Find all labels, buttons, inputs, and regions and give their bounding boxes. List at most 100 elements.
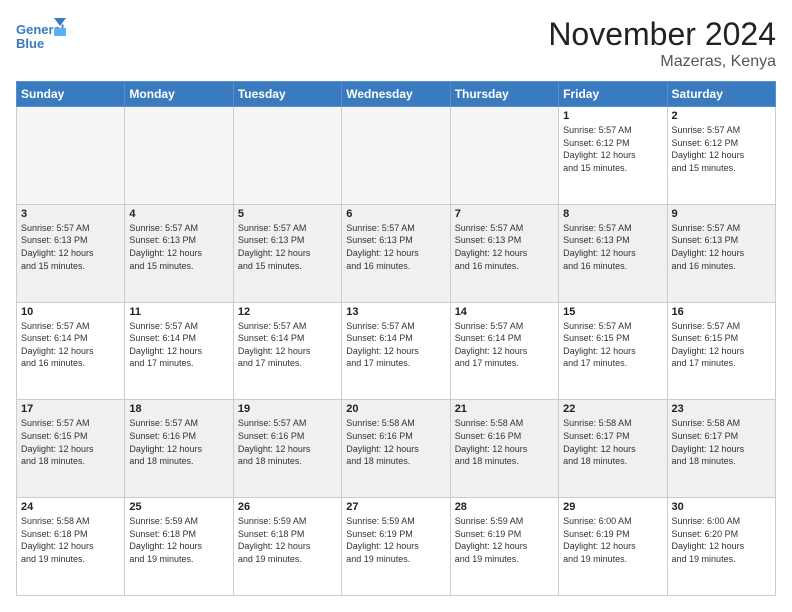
table-cell: 3Sunrise: 5:57 AMSunset: 6:13 PMDaylight… xyxy=(17,204,125,302)
day-number: 28 xyxy=(455,501,554,513)
logo-svg: General Blue xyxy=(16,16,66,56)
day-number: 24 xyxy=(21,501,120,513)
col-friday: Friday xyxy=(559,82,667,107)
table-cell: 2 Sunrise: 5:57 AMSunset: 6:12 PMDaylight… xyxy=(667,107,775,205)
day-info: Sunrise: 5:57 AMSunset: 6:13 PMDaylight:… xyxy=(563,222,662,272)
table-cell: 11Sunrise: 5:57 AMSunset: 6:14 PMDayligh… xyxy=(125,302,233,400)
day-number: 10 xyxy=(21,306,120,318)
table-cell: 13Sunrise: 5:57 AMSunset: 6:14 PMDayligh… xyxy=(342,302,450,400)
table-cell: 19 Sunrise: 5:57 AMSunset: 6:16 PMDayligh… xyxy=(233,400,341,498)
table-cell: 25 Sunrise: 5:59 AMSunset: 6:18 PMDayligh… xyxy=(125,498,233,596)
table-cell xyxy=(233,107,341,205)
day-number: 27 xyxy=(346,501,445,513)
day-info: Sunrise: 5:57 AMSunset: 6:14 PMDaylight:… xyxy=(455,320,554,370)
day-number: 5 xyxy=(238,208,337,220)
table-cell: 17Sunrise: 5:57 AMSunset: 6:15 PMDayligh… xyxy=(17,400,125,498)
day-number: 13 xyxy=(346,306,445,318)
table-cell: 20 Sunrise: 5:58 AMSunset: 6:16 PMDayligh… xyxy=(342,400,450,498)
day-number: 14 xyxy=(455,306,554,318)
table-cell: 4Sunrise: 5:57 AMSunset: 6:13 PMDaylight… xyxy=(125,204,233,302)
day-number: 22 xyxy=(563,403,662,415)
day-info: Sunrise: 6:00 AMSunset: 6:19 PMDaylight:… xyxy=(563,515,662,565)
day-info: Sunrise: 5:57 AMSunset: 6:13 PMDaylight:… xyxy=(672,222,771,272)
table-cell: 15 Sunrise: 5:57 AMSunset: 6:15 PMDayligh… xyxy=(559,302,667,400)
day-info: Sunrise: 5:57 AMSunset: 6:13 PMDaylight:… xyxy=(21,222,120,272)
header: General Blue November 2024 Mazeras, Keny… xyxy=(16,16,776,71)
table-cell: 6 Sunrise: 5:57 AMSunset: 6:13 PMDaylight… xyxy=(342,204,450,302)
col-thursday: Thursday xyxy=(450,82,558,107)
table-cell: 18Sunrise: 5:57 AMSunset: 6:16 PMDayligh… xyxy=(125,400,233,498)
table-cell xyxy=(17,107,125,205)
col-saturday: Saturday xyxy=(667,82,775,107)
table-cell: 9 Sunrise: 5:57 AMSunset: 6:13 PMDaylight… xyxy=(667,204,775,302)
page-subtitle: Mazeras, Kenya xyxy=(548,53,776,71)
day-number: 17 xyxy=(21,403,120,415)
calendar-body: 1 Sunrise: 5:57 AMSunset: 6:12 PMDaylight… xyxy=(17,107,776,596)
day-info: Sunrise: 5:57 AMSunset: 6:13 PMDaylight:… xyxy=(346,222,445,272)
day-number: 9 xyxy=(672,208,771,220)
day-info: Sunrise: 5:59 AMSunset: 6:18 PMDaylight:… xyxy=(238,515,337,565)
page-title: November 2024 xyxy=(548,16,776,53)
day-info: Sunrise: 5:57 AMSunset: 6:15 PMDaylight:… xyxy=(563,320,662,370)
table-cell xyxy=(125,107,233,205)
logo: General Blue xyxy=(16,16,66,56)
day-number: 8 xyxy=(563,208,662,220)
day-number: 16 xyxy=(672,306,771,318)
day-number: 12 xyxy=(238,306,337,318)
calendar-header: Sunday Monday Tuesday Wednesday Thursday… xyxy=(17,82,776,107)
day-info: Sunrise: 5:57 AMSunset: 6:14 PMDaylight:… xyxy=(238,320,337,370)
col-tuesday: Tuesday xyxy=(233,82,341,107)
day-info: Sunrise: 5:59 AMSunset: 6:19 PMDaylight:… xyxy=(455,515,554,565)
week-row-4: 24 Sunrise: 5:58 AMSunset: 6:18 PMDayligh… xyxy=(17,498,776,596)
day-number: 2 xyxy=(672,110,771,122)
table-cell: 16 Sunrise: 5:57 AMSunset: 6:15 PMDayligh… xyxy=(667,302,775,400)
header-row: Sunday Monday Tuesday Wednesday Thursday… xyxy=(17,82,776,107)
week-row-2: 10 Sunrise: 5:57 AMSunset: 6:14 PMDayligh… xyxy=(17,302,776,400)
title-block: November 2024 Mazeras, Kenya xyxy=(548,16,776,71)
table-cell: 24 Sunrise: 5:58 AMSunset: 6:18 PMDayligh… xyxy=(17,498,125,596)
day-number: 26 xyxy=(238,501,337,513)
day-info: Sunrise: 5:57 AMSunset: 6:14 PMDaylight:… xyxy=(129,320,228,370)
svg-text:Blue: Blue xyxy=(16,36,44,51)
day-number: 1 xyxy=(563,110,662,122)
day-info: Sunrise: 5:57 AMSunset: 6:13 PMDaylight:… xyxy=(238,222,337,272)
day-info: Sunrise: 5:58 AMSunset: 6:16 PMDaylight:… xyxy=(346,417,445,467)
day-info: Sunrise: 5:57 AMSunset: 6:13 PMDaylight:… xyxy=(455,222,554,272)
table-cell: 10 Sunrise: 5:57 AMSunset: 6:14 PMDayligh… xyxy=(17,302,125,400)
day-info: Sunrise: 5:58 AMSunset: 6:17 PMDaylight:… xyxy=(672,417,771,467)
day-info: Sunrise: 5:57 AMSunset: 6:12 PMDaylight:… xyxy=(672,124,771,174)
day-info: Sunrise: 5:57 AMSunset: 6:16 PMDaylight:… xyxy=(129,417,228,467)
table-cell: 22 Sunrise: 5:58 AMSunset: 6:17 PMDayligh… xyxy=(559,400,667,498)
table-cell: 8 Sunrise: 5:57 AMSunset: 6:13 PMDaylight… xyxy=(559,204,667,302)
week-row-3: 17Sunrise: 5:57 AMSunset: 6:15 PMDayligh… xyxy=(17,400,776,498)
col-monday: Monday xyxy=(125,82,233,107)
week-row-0: 1 Sunrise: 5:57 AMSunset: 6:12 PMDaylight… xyxy=(17,107,776,205)
day-info: Sunrise: 5:57 AMSunset: 6:15 PMDaylight:… xyxy=(672,320,771,370)
table-cell: 30Sunrise: 6:00 AMSunset: 6:20 PMDayligh… xyxy=(667,498,775,596)
day-info: Sunrise: 5:57 AMSunset: 6:16 PMDaylight:… xyxy=(238,417,337,467)
table-cell: 5 Sunrise: 5:57 AMSunset: 6:13 PMDaylight… xyxy=(233,204,341,302)
day-number: 29 xyxy=(563,501,662,513)
day-number: 25 xyxy=(129,501,228,513)
day-info: Sunrise: 5:59 AMSunset: 6:18 PMDaylight:… xyxy=(129,515,228,565)
calendar-table: Sunday Monday Tuesday Wednesday Thursday… xyxy=(16,81,776,596)
table-cell: 28 Sunrise: 5:59 AMSunset: 6:19 PMDayligh… xyxy=(450,498,558,596)
day-number: 19 xyxy=(238,403,337,415)
day-info: Sunrise: 5:58 AMSunset: 6:17 PMDaylight:… xyxy=(563,417,662,467)
day-info: Sunrise: 5:58 AMSunset: 6:16 PMDaylight:… xyxy=(455,417,554,467)
table-cell: 14 Sunrise: 5:57 AMSunset: 6:14 PMDayligh… xyxy=(450,302,558,400)
table-cell: 29 Sunrise: 6:00 AMSunset: 6:19 PMDayligh… xyxy=(559,498,667,596)
week-row-1: 3Sunrise: 5:57 AMSunset: 6:13 PMDaylight… xyxy=(17,204,776,302)
day-number: 30 xyxy=(672,501,771,513)
day-number: 23 xyxy=(672,403,771,415)
table-cell: 7Sunrise: 5:57 AMSunset: 6:13 PMDaylight… xyxy=(450,204,558,302)
day-number: 15 xyxy=(563,306,662,318)
day-number: 4 xyxy=(129,208,228,220)
day-number: 6 xyxy=(346,208,445,220)
day-info: Sunrise: 5:57 AMSunset: 6:14 PMDaylight:… xyxy=(21,320,120,370)
table-cell: 12 Sunrise: 5:57 AMSunset: 6:14 PMDayligh… xyxy=(233,302,341,400)
day-number: 20 xyxy=(346,403,445,415)
day-info: Sunrise: 5:58 AMSunset: 6:18 PMDaylight:… xyxy=(21,515,120,565)
table-cell: 27Sunrise: 5:59 AMSunset: 6:19 PMDayligh… xyxy=(342,498,450,596)
table-cell xyxy=(450,107,558,205)
